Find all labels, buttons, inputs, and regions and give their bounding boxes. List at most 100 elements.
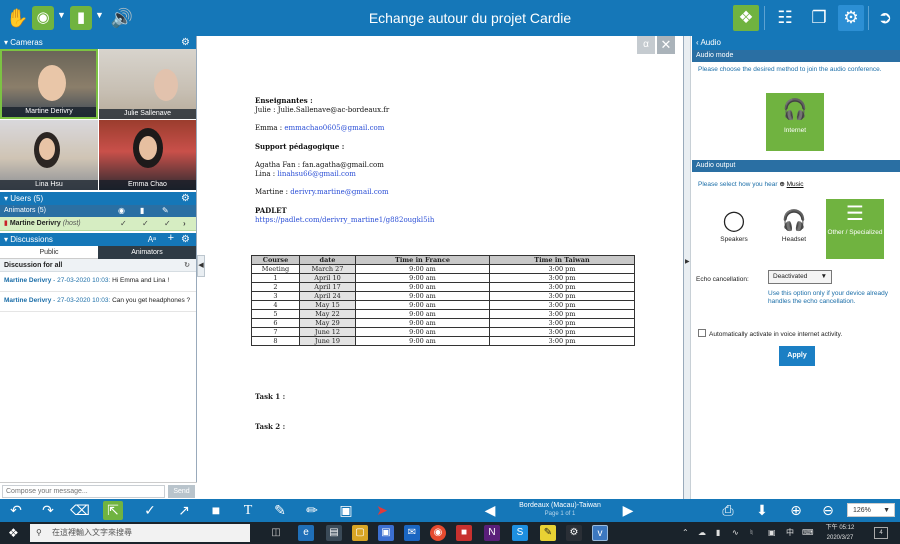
chevron-down-icon[interactable]: ▼ xyxy=(95,10,104,20)
ime-indicator[interactable]: 中 xyxy=(786,526,794,540)
tab-animators[interactable]: Animators xyxy=(98,246,196,259)
microphone-level-icon[interactable]: ▮ xyxy=(70,6,92,30)
raise-hand-icon[interactable]: ✋ xyxy=(6,6,28,30)
camera-tile[interactable]: Lina Hsu xyxy=(0,120,98,190)
headset-option[interactable]: 🎧 Headset xyxy=(769,206,819,243)
padlet-link[interactable]: https://padlet.com/derivry_martine1/g882… xyxy=(255,216,655,225)
chevron-right-icon[interactable]: › xyxy=(183,217,186,231)
highlighter-icon[interactable]: ✏ xyxy=(302,501,322,520)
wifi-icon[interactable]: ∿ xyxy=(732,526,739,540)
network-icon[interactable]: ▣ xyxy=(768,526,776,540)
discussion-channel[interactable]: Discussion for all ↻ xyxy=(0,259,196,272)
exit-icon[interactable]: ➲ xyxy=(872,5,898,31)
chrome-browser-icon[interactable]: ◉ xyxy=(430,525,446,541)
check-icon[interactable]: ✓ xyxy=(164,217,171,231)
font-size-icon[interactable]: Aᵃ xyxy=(148,233,156,246)
keyboard-icon[interactable]: ⌨ xyxy=(802,526,814,540)
task-view-icon[interactable]: ◫ xyxy=(268,525,284,541)
text-tool-icon[interactable]: T xyxy=(238,501,258,520)
select-pointer-icon[interactable]: ⇱ xyxy=(103,501,123,520)
mail-icon[interactable]: ✉ xyxy=(404,525,420,541)
send-button[interactable]: Send xyxy=(168,485,195,498)
undo-icon[interactable]: ↶ xyxy=(6,501,26,520)
auto-activate-row[interactable]: Automatically activate in voice internet… xyxy=(698,329,842,338)
windows-start-icon[interactable]: ❖ xyxy=(8,526,22,540)
gear-icon[interactable]: ⚙ xyxy=(181,192,190,205)
gear-icon[interactable]: ⚙ xyxy=(181,36,190,49)
edge-browser-icon[interactable]: e xyxy=(298,525,314,541)
zoom-in-icon[interactable]: ⊕ xyxy=(786,501,806,520)
email-link[interactable]: emmachao0605@gmail.com xyxy=(284,124,384,132)
layout-icon[interactable]: ❐ xyxy=(806,5,832,31)
chevron-down-icon[interactable]: ▼ xyxy=(57,10,66,20)
audio-header[interactable]: ‹ Audio xyxy=(692,36,900,50)
check-icon[interactable]: ✓ xyxy=(120,217,127,231)
download-icon[interactable]: ⬇ xyxy=(752,501,772,520)
app-icon[interactable]: ■ xyxy=(456,525,472,541)
eraser-icon[interactable]: ⌫ xyxy=(70,501,90,520)
volume-icon[interactable]: ♮ xyxy=(750,526,753,540)
settings-gear-icon[interactable]: ⚙ xyxy=(566,525,582,541)
notification-center-icon[interactable]: 4 xyxy=(874,527,888,539)
zoom-select[interactable]: 126% ▼ xyxy=(847,503,895,517)
media-library-icon[interactable]: ❖ xyxy=(733,5,759,31)
music-plus-icon[interactable]: ⊕ xyxy=(779,181,784,188)
discussions-header[interactable]: ▾ Discussions Aᵃ + ⚙ xyxy=(0,232,196,246)
email-link[interactable]: derivry.martine@gmail.com xyxy=(290,188,388,196)
file-explorer-icon[interactable]: ▢ xyxy=(352,525,368,541)
refresh-icon[interactable]: ↻ xyxy=(184,259,190,272)
pen-tool-icon[interactable]: ✎ xyxy=(270,501,290,520)
camera-tile[interactable]: Martine Derivry xyxy=(0,49,98,119)
add-icon[interactable]: + xyxy=(168,232,174,245)
close-icon[interactable]: ✕ xyxy=(657,36,675,54)
image-tool-icon[interactable]: ▣ xyxy=(336,501,356,520)
sticky-notes-icon[interactable]: ✎ xyxy=(540,525,556,541)
specialized-option[interactable]: ☰ Other / Specialized xyxy=(826,199,884,259)
redo-icon[interactable]: ↷ xyxy=(38,501,58,520)
checkmark-tool-icon[interactable]: ✓ xyxy=(140,501,160,520)
cloud-icon[interactable]: ☁ xyxy=(698,526,706,540)
animators-group[interactable]: Animators (5) ◉ ▮ ✎ xyxy=(0,205,196,217)
auto-activate-checkbox[interactable] xyxy=(698,329,706,337)
rectangle-tool-icon[interactable]: ■ xyxy=(206,501,226,520)
internet-audio-button[interactable]: 🎧 Internet xyxy=(766,93,824,151)
active-app-icon[interactable]: v xyxy=(592,525,608,541)
gear-icon[interactable]: ⚙ xyxy=(181,233,190,246)
music-link[interactable]: Music xyxy=(787,181,804,188)
email-link[interactable]: linahsu66@gmail.com xyxy=(277,170,355,178)
print-icon[interactable]: ⎙ xyxy=(718,501,738,520)
battery-icon[interactable]: ▮ xyxy=(716,526,720,540)
onenote-icon[interactable]: N xyxy=(484,525,500,541)
apply-button[interactable]: Apply xyxy=(779,346,815,366)
arrow-tool-icon[interactable]: ↗ xyxy=(174,501,194,520)
speaker-volume-icon[interactable]: 🔊 xyxy=(110,6,134,30)
pin-tool-icon[interactable]: ➤ xyxy=(372,501,392,520)
user-row[interactable]: ▮ Martine Derivry (host) ✓ ✓ ✓ › xyxy=(0,217,196,231)
webcam-icon[interactable]: ◉ xyxy=(118,205,125,217)
app-icon[interactable]: ▤ xyxy=(326,525,342,541)
users-header[interactable]: ▾ Users (5) ⚙ xyxy=(0,192,196,205)
previous-page-icon[interactable]: ◀ xyxy=(480,501,500,520)
tab-public[interactable]: Public xyxy=(0,246,98,259)
tray-chevron-icon[interactable]: ⌃ xyxy=(682,526,689,540)
store-icon[interactable]: ▣ xyxy=(378,525,394,541)
system-clock[interactable]: 下午 05:12 2020/3/27 xyxy=(820,523,860,543)
cameras-header[interactable]: ▾ Cameras ⚙ xyxy=(0,36,196,49)
collapse-right-panel-handle[interactable]: ▶ xyxy=(684,36,691,499)
microphone-icon[interactable]: ▮ xyxy=(140,205,144,217)
camera-tile[interactable]: Emma Chao xyxy=(99,120,196,190)
taskbar-search[interactable]: ⚲ 在這裡輸入文字來搜尋 xyxy=(30,524,250,542)
speakers-option[interactable]: ◯ Speakers xyxy=(709,206,759,243)
echo-cancellation-select[interactable]: Deactivated ▼ xyxy=(768,270,832,284)
pencil-icon[interactable]: ✎ xyxy=(162,205,169,217)
collapse-left-panel-handle[interactable]: ◀ xyxy=(197,255,205,277)
camera-tile[interactable]: Julie Sallenave xyxy=(99,49,196,119)
text-format-icon[interactable]: α xyxy=(637,36,655,54)
network-icon[interactable]: ☷ xyxy=(772,5,798,31)
skype-icon[interactable]: S xyxy=(512,525,528,541)
settings-gear-icon[interactable]: ⚙ xyxy=(838,5,864,31)
next-page-icon[interactable]: ▶ xyxy=(618,501,638,520)
message-input[interactable] xyxy=(2,485,165,498)
webcam-icon[interactable]: ◉ xyxy=(32,6,54,30)
check-icon[interactable]: ✓ xyxy=(142,217,149,231)
